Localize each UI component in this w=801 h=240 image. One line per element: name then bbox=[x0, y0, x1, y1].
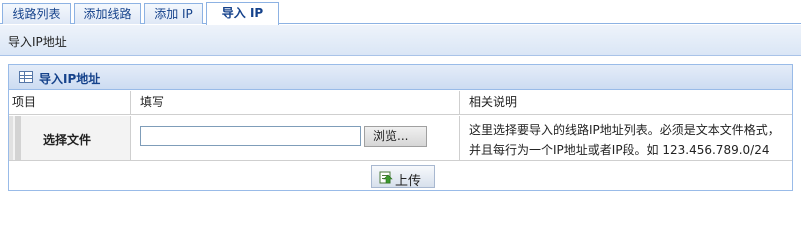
upload-icon bbox=[379, 171, 393, 184]
input-cell: 浏览... bbox=[131, 116, 460, 160]
table-icon bbox=[19, 71, 33, 83]
column-header-description: 相关说明 bbox=[460, 91, 792, 115]
panel-header: 导入IP地址 bbox=[9, 65, 792, 90]
tab-import-ip[interactable]: 导入 IP bbox=[206, 2, 279, 25]
tab-add-ip[interactable]: 添加 IP bbox=[144, 3, 203, 24]
file-path-input[interactable] bbox=[140, 126, 361, 146]
table-row: 选择文件 浏览... 这里选择要导入的线路IP地址列表。必须是文本文件格式， 并… bbox=[9, 116, 792, 161]
page-title: 导入IP地址 bbox=[8, 35, 67, 49]
page-title-bar: 导入IP地址 bbox=[0, 25, 801, 56]
description-cell: 这里选择要导入的线路IP地址列表。必须是文本文件格式， 并且每行为一个IP地址或… bbox=[460, 116, 792, 160]
row-marker-inner bbox=[15, 116, 21, 160]
description-line-1: 这里选择要导入的线路IP地址列表。必须是文本文件格式， bbox=[469, 123, 780, 137]
upload-label: 上传 bbox=[395, 174, 422, 189]
upload-button[interactable]: 上传 bbox=[371, 165, 435, 189]
choose-file-label: 选择文件 bbox=[43, 133, 92, 147]
label-cell: 选择文件 bbox=[9, 116, 131, 160]
import-panel: 导入IP地址 项目 填写 相关说明 选择文件 浏览... 这里选择要导入的线路I… bbox=[8, 64, 793, 191]
tab-line-list[interactable]: 线路列表 bbox=[2, 3, 71, 24]
column-header-item: 项目 bbox=[9, 91, 131, 115]
browse-button[interactable]: 浏览... bbox=[364, 126, 427, 147]
description-line-2: 并且每行为一个IP地址或者IP段。如 123.456.789.0/24 bbox=[469, 143, 770, 157]
panel-title: 导入IP地址 bbox=[39, 72, 101, 86]
row-marker bbox=[9, 116, 13, 160]
tab-bar: 线路列表 添加线路 添加 IP 导入 IP bbox=[0, 0, 801, 25]
column-header-fill: 填写 bbox=[131, 91, 460, 115]
tab-add-line[interactable]: 添加线路 bbox=[74, 3, 141, 24]
